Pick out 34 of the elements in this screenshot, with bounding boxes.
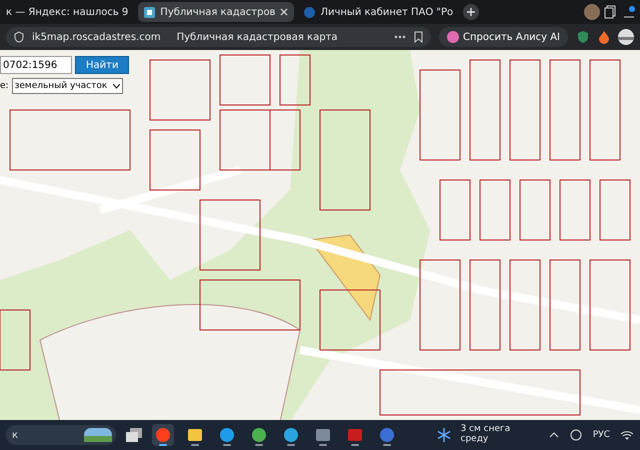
weather-text: 3 см снега [460,425,510,435]
bookmark-icon[interactable] [414,31,423,43]
weather-subtext: среду [460,435,490,445]
taskbar-app[interactable] [152,424,174,446]
map-icon [144,6,156,18]
browser-tab[interactable]: Публичная кадастров [138,2,294,22]
browser-tab[interactable]: Личный кабинет ПАО "Ро [298,2,460,22]
snowflake-icon [436,428,450,442]
collections-icon[interactable] [604,5,618,19]
cadastral-number-field[interactable]: 0702:1596 [0,56,72,74]
shield-extension-icon[interactable] [576,30,590,44]
avatar-icon[interactable] [584,4,600,20]
taskbar-search-field[interactable]: к [6,425,116,445]
wifi-icon[interactable] [620,430,634,440]
profile-icon[interactable] [618,29,634,45]
shield-icon [14,31,24,43]
address-bar[interactable]: ik5map.roscadastres.com Публичная кадастровая карта [6,27,431,47]
caret-icon [113,84,120,88]
new-tab-icon[interactable] [463,4,480,20]
task-view-icon[interactable] [126,428,142,442]
close-icon[interactable] [280,8,288,16]
url-text: ik5map.roscadastres.com [32,32,161,42]
language-indicator[interactable]: РУС [592,430,610,440]
more-icon[interactable] [394,35,406,39]
landscape-icon [84,428,112,442]
downloads-icon[interactable] [622,5,636,19]
find-button[interactable]: Найти [75,56,130,74]
browser-tab[interactable]: к — Яндекс: нашлось 9 [0,2,134,22]
object-type-select[interactable]: земельный участок [12,78,124,94]
chevron-up-icon[interactable] [548,432,559,438]
globe-icon [304,6,316,18]
type-label: е: [0,81,9,91]
ask-alice-button[interactable]: Спросить Алису AI [439,27,568,47]
page-title: Публичная кадастровая карта [176,32,338,42]
